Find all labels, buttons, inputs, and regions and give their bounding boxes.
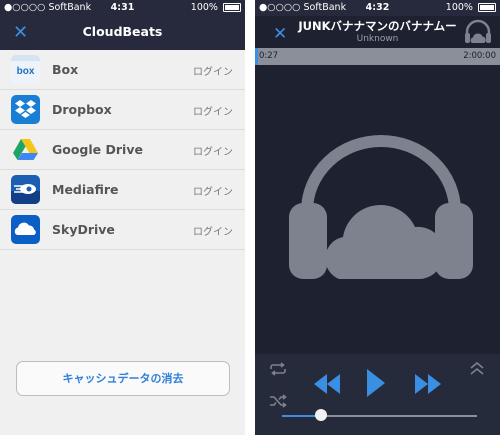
login-link[interactable]: ログイン	[193, 183, 233, 198]
login-link[interactable]: ログイン	[193, 103, 233, 118]
login-link[interactable]: ログイン	[193, 63, 233, 78]
status-bar: ●○○○○ SoftBank 4:31 100%	[0, 0, 245, 16]
service-list: box Box ログイン Dropbox ログイン Google Drive ロ…	[0, 50, 245, 250]
service-name: Mediafire	[52, 182, 119, 197]
battery-percent: 100%	[445, 2, 473, 13]
service-name: Box	[52, 62, 79, 77]
battery-percent: 100%	[190, 2, 218, 13]
status-bar: ●○○○○ SoftBank 4:32 100%	[255, 0, 500, 16]
battery-status: 100%	[191, 0, 241, 16]
clear-cache-button[interactable]: キャッシュデータの消去	[16, 361, 230, 396]
volume-slider[interactable]	[282, 409, 477, 421]
service-name: Google Drive	[52, 142, 143, 157]
login-link[interactable]: ログイン	[193, 143, 233, 158]
player-header: ✕ JUNKバナナマンのバナナムー Unknown	[255, 16, 500, 48]
service-row-dropbox[interactable]: Dropbox ログイン	[0, 90, 245, 130]
svg-text:box: box	[17, 66, 35, 77]
service-name: Dropbox	[52, 102, 112, 117]
cloud-services-screen: ●○○○○ SoftBank 4:31 100% ✕ CloudBeats bo…	[0, 0, 245, 435]
playback-progress-bar[interactable]: 0:27 2:00:00	[255, 48, 500, 65]
volume-knob[interactable]	[315, 409, 327, 421]
play-icon[interactable]	[366, 368, 386, 398]
cloud-headphones-artwork-icon	[289, 135, 473, 279]
fast-forward-icon[interactable]	[414, 373, 442, 395]
service-row-google-drive[interactable]: Google Drive ログイン	[0, 130, 245, 170]
service-name: SkyDrive	[52, 222, 115, 237]
battery-icon	[223, 3, 241, 12]
service-row-skydrive[interactable]: SkyDrive ログイン	[0, 210, 245, 250]
now-playing-screen: ●○○○○ SoftBank 4:32 100% ✕ JUNKバナナマンのバナナ…	[255, 0, 500, 435]
skydrive-icon	[11, 215, 40, 244]
google-drive-icon	[11, 135, 40, 164]
login-link[interactable]: ログイン	[193, 223, 233, 238]
navigation-bar: ✕ CloudBeats	[0, 16, 245, 50]
service-row-mediafire[interactable]: Mediafire ログイン	[0, 170, 245, 210]
box-icon: box	[11, 55, 40, 84]
battery-icon	[478, 3, 496, 12]
chevron-up-icon[interactable]	[469, 362, 485, 376]
service-row-box[interactable]: box Box ログイン	[0, 50, 245, 90]
playback-controls	[255, 354, 500, 435]
page-title: CloudBeats	[82, 24, 163, 39]
total-duration: 2:00:00	[463, 51, 496, 61]
rewind-icon[interactable]	[313, 373, 341, 395]
repeat-icon[interactable]	[269, 362, 287, 376]
dropbox-icon	[11, 95, 40, 124]
shuffle-icon[interactable]	[269, 394, 287, 408]
cloudbeats-logo-icon[interactable]	[463, 19, 493, 45]
mediafire-icon	[11, 175, 40, 204]
progress-fill	[255, 48, 258, 65]
battery-status: 100%	[446, 0, 496, 16]
elapsed-time: 0:27	[259, 51, 279, 61]
